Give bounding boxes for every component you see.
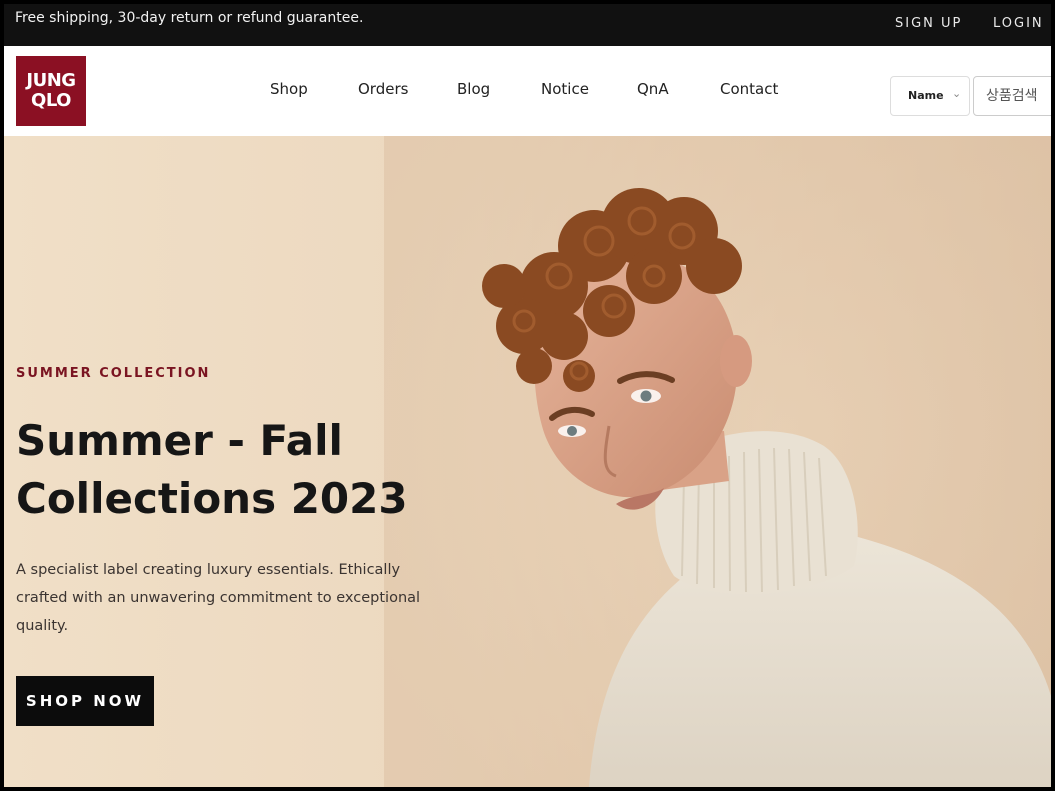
hero-title: Summer - Fall Collections 2023 <box>16 412 436 528</box>
hero-banner: SUMMER COLLECTION Summer - Fall Collecti… <box>4 136 1051 787</box>
hero-title-line-2: Collections 2023 <box>16 474 408 523</box>
product-search-input[interactable] <box>973 76 1051 116</box>
nav-contact[interactable]: Contact <box>720 80 778 98</box>
shop-now-button[interactable]: SHOP NOW <box>16 676 154 726</box>
nav-qna[interactable]: QnA <box>637 80 669 98</box>
search-type-select[interactable]: Name ⌄ <box>890 76 970 116</box>
logo-line-1: JUNG <box>26 70 76 91</box>
page-frame: Free shipping, 30-day return or refund g… <box>4 4 1051 787</box>
hero-title-line-1: Summer - Fall <box>16 416 343 465</box>
nav-notice[interactable]: Notice <box>541 80 589 98</box>
hero-eyebrow: SUMMER COLLECTION <box>16 366 211 381</box>
search-type-value: Name <box>908 89 944 102</box>
login-link[interactable]: LOGIN <box>993 16 1044 31</box>
shipping-notice: Free shipping, 30-day return or refund g… <box>15 10 364 26</box>
hero-description: A specialist label creating luxury essen… <box>16 562 421 634</box>
nav-blog[interactable]: Blog <box>457 80 490 98</box>
logo-line-2: QLO <box>31 90 71 111</box>
nav-orders[interactable]: Orders <box>358 80 408 98</box>
chevron-down-icon: ⌄ <box>952 87 962 100</box>
brand-logo[interactable]: JUNG QLO <box>16 56 86 126</box>
model-image <box>384 136 1051 787</box>
site-header: JUNG QLO Shop Orders Blog Notice QnA Con… <box>4 46 1051 136</box>
sign-up-link[interactable]: SIGN UP <box>895 16 962 31</box>
nav-shop[interactable]: Shop <box>270 80 308 98</box>
announcement-bar: Free shipping, 30-day return or refund g… <box>4 4 1051 46</box>
